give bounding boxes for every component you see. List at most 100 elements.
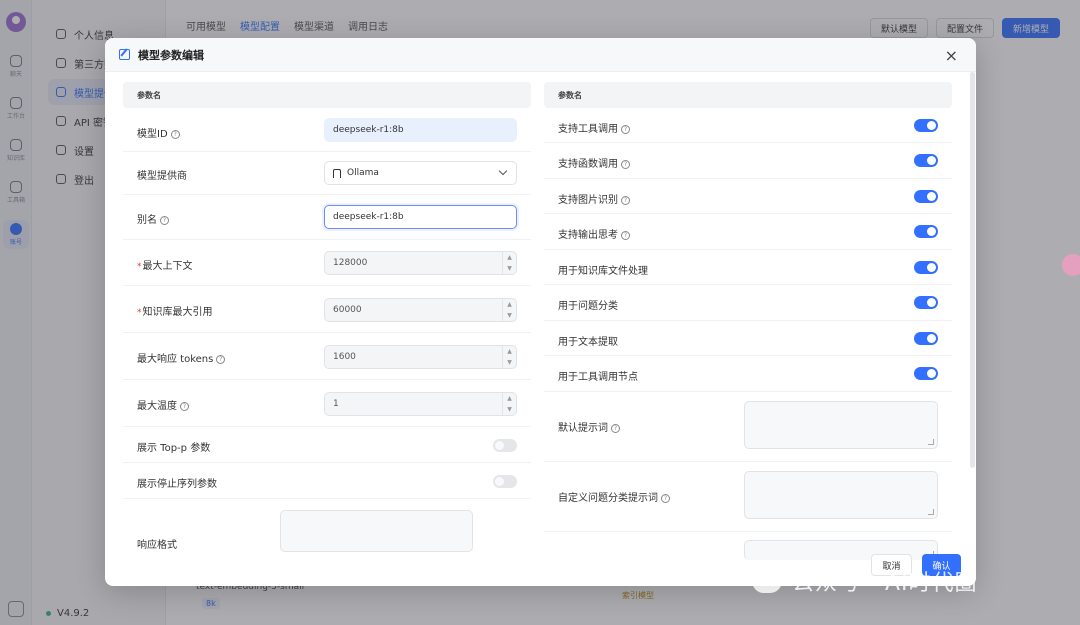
- param-row-classify: 用于问题分类: [544, 285, 952, 321]
- max-context-input[interactable]: 128000 ▲ ▼: [324, 251, 517, 275]
- help-icon[interactable]: ?: [661, 494, 670, 503]
- param-row-provider: 模型提供商 Ollama: [123, 152, 531, 195]
- label-text: 支持函数调用: [558, 159, 618, 170]
- response-format-textarea[interactable]: [280, 510, 473, 552]
- label-text: 模型ID: [137, 129, 168, 140]
- param-row-max-quote: *知识库最大引用 60000 ▲ ▼: [123, 286, 531, 333]
- number-stepper[interactable]: ▲ ▼: [502, 252, 516, 274]
- param-label: 最大温度?: [137, 397, 189, 412]
- label-text: 支持输出思考: [558, 230, 618, 241]
- extract-toggle[interactable]: [914, 332, 938, 345]
- input-value: 128000: [333, 258, 368, 268]
- required-mark: *: [137, 262, 142, 272]
- ollama-icon: [333, 168, 341, 178]
- param-label: 模型提供商: [137, 171, 187, 182]
- help-icon[interactable]: ?: [170, 130, 180, 139]
- input-value: deepseek-r1:8b: [333, 125, 404, 135]
- param-row-max-context: *最大上下文 128000 ▲ ▼: [123, 240, 531, 286]
- param-row-max-tokens: 最大响应 tokens? 1600 ▲ ▼: [123, 333, 531, 380]
- tool-call-toggle[interactable]: [914, 119, 938, 132]
- dialog-title: 模型参数编辑: [138, 48, 204, 62]
- watermark-text: 公众号 · AI时代圈: [792, 571, 978, 596]
- param-label: 模型ID?: [137, 125, 180, 140]
- param-row-show-stop-seq: 展示停止序列参数: [123, 463, 531, 499]
- param-row-max-temperature: 最大温度? 1 ▲ ▼: [123, 380, 531, 427]
- help-icon[interactable]: ?: [611, 424, 620, 433]
- edit-icon: [119, 49, 130, 60]
- required-mark: *: [137, 308, 142, 318]
- chevron-down-icon: [498, 166, 508, 176]
- show-top-p-toggle[interactable]: [493, 439, 517, 452]
- help-icon[interactable]: ?: [621, 196, 630, 205]
- param-row-alias: 别名? deepseek-r1:8b: [123, 195, 531, 240]
- provider-select[interactable]: Ollama: [324, 161, 517, 185]
- classify-prompt-textarea[interactable]: [744, 471, 938, 519]
- show-stop-seq-toggle[interactable]: [493, 475, 517, 488]
- dataset-process-toggle[interactable]: [914, 261, 938, 274]
- wechat-icon: [752, 569, 782, 593]
- alias-input[interactable]: deepseek-r1:8b: [324, 205, 517, 229]
- max-temperature-input[interactable]: 1 ▲ ▼: [324, 392, 517, 416]
- param-label: *最大上下文: [137, 257, 193, 272]
- right-column-header: 参数名: [544, 82, 952, 108]
- number-stepper[interactable]: ▲ ▼: [502, 393, 516, 415]
- param-label: 支持工具调用?: [558, 120, 630, 135]
- label-text: 自定义问题分类提示词: [558, 493, 658, 504]
- param-label: 响应格式: [137, 540, 177, 551]
- label-text: 最大响应 tokens: [137, 354, 214, 365]
- param-row-extract: 用于文本提取: [544, 321, 952, 356]
- default-prompt-textarea[interactable]: [744, 401, 938, 449]
- model-id-input[interactable]: deepseek-r1:8b: [324, 118, 517, 142]
- input-value: 60000: [333, 305, 362, 315]
- param-row-tool-call: 支持工具调用?: [544, 108, 952, 143]
- param-row-dataset-process: 用于知识库文件处理: [544, 250, 952, 285]
- label-text: 最大温度: [137, 401, 177, 412]
- dialog-scrollbar[interactable]: [970, 72, 975, 468]
- param-label: 别名?: [137, 211, 169, 226]
- watermark: 公众号 · AI时代圈: [752, 565, 978, 597]
- floating-assistant-button[interactable]: [1062, 254, 1080, 276]
- tool-node-toggle[interactable]: [914, 367, 938, 380]
- max-tokens-input[interactable]: 1600 ▲ ▼: [324, 345, 517, 369]
- param-label: 展示 Top-p 参数: [137, 443, 211, 454]
- param-label: 用于问题分类: [558, 301, 618, 312]
- param-label: 默认提示词?: [558, 419, 620, 434]
- number-stepper[interactable]: ▲ ▼: [502, 299, 516, 321]
- label-text: 支持工具调用: [558, 124, 618, 135]
- param-label: 支持输出思考?: [558, 226, 630, 241]
- param-label: 用于文本提取: [558, 337, 618, 348]
- param-label: *知识库最大引用: [137, 303, 213, 318]
- param-row-vision: 支持图片识别?: [544, 179, 952, 214]
- param-label: 用于知识库文件处理: [558, 266, 648, 277]
- input-value: deepseek-r1:8b: [333, 212, 404, 222]
- help-icon[interactable]: ?: [621, 231, 630, 240]
- number-stepper[interactable]: ▲ ▼: [502, 346, 516, 368]
- classify-toggle[interactable]: [914, 296, 938, 309]
- param-label: 展示停止序列参数: [137, 479, 217, 490]
- model-param-dialog: 模型参数编辑 × 参数名 参数名 模型ID? deepseek-r1:8b 模型…: [105, 38, 976, 586]
- max-quote-input[interactable]: 60000 ▲ ▼: [324, 298, 517, 322]
- param-label: 自定义问题分类提示词?: [558, 489, 670, 504]
- param-row-model-id: 模型ID? deepseek-r1:8b: [123, 112, 531, 152]
- help-icon[interactable]: ?: [621, 125, 630, 134]
- param-label: 用于工具调用节点: [558, 372, 638, 383]
- param-row-tool-node: 用于工具调用节点: [544, 356, 952, 392]
- param-row-reasoning: 支持输出思考?: [544, 214, 952, 250]
- help-icon[interactable]: ?: [160, 216, 169, 225]
- help-icon[interactable]: ?: [621, 160, 630, 169]
- reasoning-toggle[interactable]: [914, 225, 938, 238]
- close-icon[interactable]: ×: [945, 46, 958, 65]
- label-text: 知识库最大引用: [142, 307, 213, 318]
- dialog-header: 模型参数编辑 ×: [105, 38, 976, 72]
- param-label: 支持图片识别?: [558, 191, 630, 206]
- help-icon[interactable]: ?: [180, 402, 189, 411]
- label-text: 支持图片识别: [558, 195, 618, 206]
- vision-toggle[interactable]: [914, 190, 938, 203]
- left-column-header: 参数名: [123, 82, 531, 108]
- label-text: 默认提示词: [558, 423, 608, 434]
- label-text: 别名: [137, 215, 157, 226]
- param-row-function-call: 支持函数调用?: [544, 143, 952, 179]
- input-value: 1600: [333, 352, 356, 362]
- help-icon[interactable]: ?: [216, 355, 226, 364]
- function-call-toggle[interactable]: [914, 154, 938, 167]
